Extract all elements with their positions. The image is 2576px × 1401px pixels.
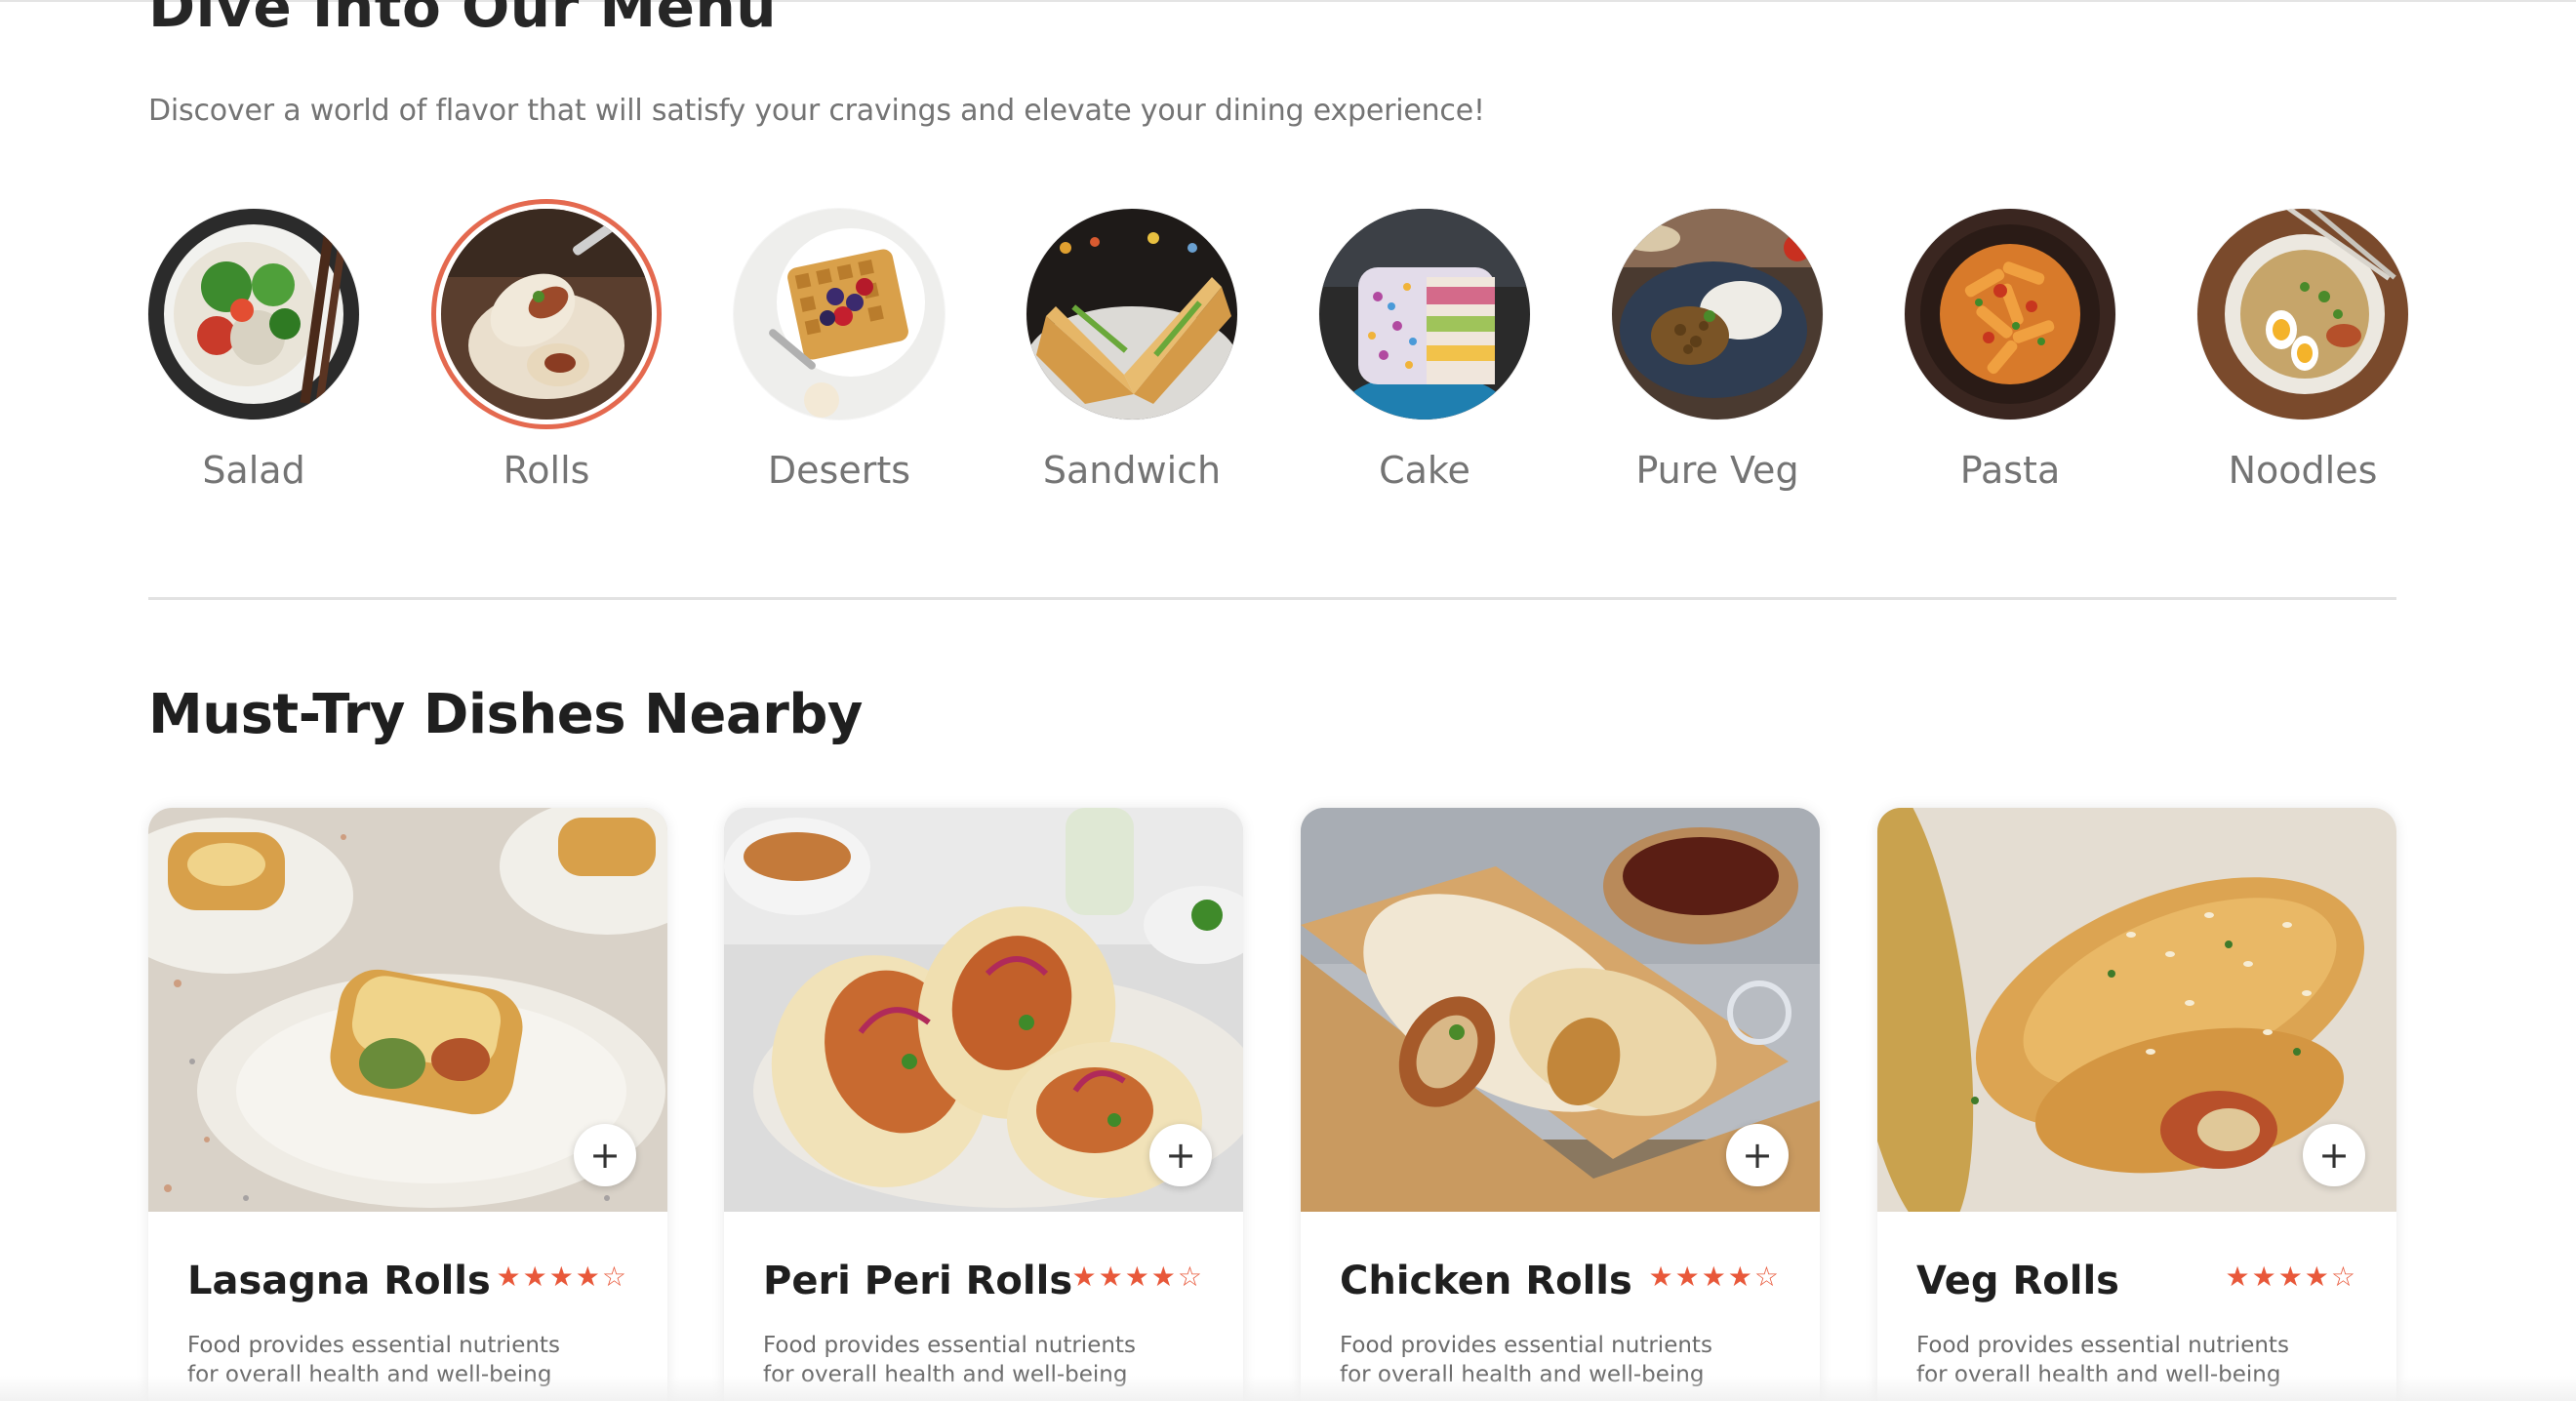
add-to-cart-button[interactable]: + — [2303, 1124, 2365, 1186]
dishes-title: Must-Try Dishes Nearby — [148, 683, 863, 746]
add-to-cart-button[interactable]: + — [1149, 1124, 1212, 1186]
noodles-image — [2197, 209, 2408, 420]
stars-filled: ★★★★ — [496, 1261, 602, 1293]
stars-empty: ☆ — [1753, 1261, 1781, 1293]
dish-card-list: + Lasagna Rolls ★★★★☆ Food provides esse… — [148, 808, 2396, 1401]
waffle-image — [734, 209, 945, 420]
star-rating: ★★★★☆ — [1648, 1261, 1781, 1293]
category-label: Rolls — [503, 449, 590, 492]
dish-card-veg-rolls[interactable]: + Veg Rolls ★★★★☆ Food provides essentia… — [1877, 808, 2396, 1401]
rolls-image — [441, 209, 652, 420]
star-rating: ★★★★☆ — [1071, 1261, 1204, 1293]
stars-filled: ★★★★ — [1648, 1261, 1754, 1293]
stars-empty: ☆ — [1177, 1261, 1204, 1293]
lasagna-rolls-image: + — [148, 808, 667, 1212]
peri-peri-rolls-image: + — [724, 808, 1243, 1212]
stars-filled: ★★★★ — [2225, 1261, 2331, 1293]
menu-page: Dive Into Our Menu Discover a world of f… — [0, 0, 2576, 1401]
category-label: Noodles — [2228, 449, 2378, 492]
bottom-fade — [0, 1376, 2576, 1401]
category-cake[interactable]: Cake — [1319, 209, 1530, 492]
menu-title: Dive Into Our Menu — [148, 0, 778, 40]
star-rating: ★★★★☆ — [496, 1261, 628, 1293]
sandwich-image — [1026, 209, 1237, 420]
category-rolls[interactable]: Rolls — [441, 209, 652, 492]
menu-subtitle: Discover a world of flavor that will sat… — [148, 94, 1485, 128]
cake-image — [1319, 209, 1530, 420]
category-pasta[interactable]: Pasta — [1905, 209, 2115, 492]
category-salad[interactable]: Salad — [148, 209, 359, 492]
dish-card-chicken-rolls[interactable]: + Chicken Rolls ★★★★☆ Food provides esse… — [1301, 808, 1820, 1401]
stars-empty: ☆ — [601, 1261, 628, 1293]
dish-info: Lasagna Rolls ★★★★☆ Food provides essent… — [148, 1212, 667, 1389]
veg-plate-image — [1612, 209, 1823, 420]
veg-rolls-image: + — [1877, 808, 2396, 1212]
add-to-cart-button[interactable]: + — [574, 1124, 636, 1186]
category-noodles[interactable]: Noodles — [2197, 209, 2408, 492]
dish-card-peri-peri-rolls[interactable]: + Peri Peri Rolls ★★★★☆ Food provides es… — [724, 808, 1243, 1401]
stars-empty: ☆ — [2330, 1261, 2357, 1293]
star-rating: ★★★★☆ — [2225, 1261, 2357, 1293]
category-label: Sandwich — [1042, 449, 1222, 492]
category-pure-veg[interactable]: Pure Veg — [1612, 209, 1823, 492]
category-label: Cake — [1379, 449, 1470, 492]
add-to-cart-button[interactable]: + — [1726, 1124, 1789, 1186]
dish-info: Chicken Rolls ★★★★☆ Food provides essent… — [1301, 1212, 1820, 1389]
category-label: Pasta — [1959, 449, 2061, 492]
pasta-image — [1905, 209, 2115, 420]
section-divider — [148, 597, 2396, 600]
category-list: Salad Rolls Deserts Sandwich Cake Pure V… — [148, 209, 2408, 501]
chicken-rolls-image: + — [1301, 808, 1820, 1212]
category-sandwich[interactable]: Sandwich — [1026, 209, 1237, 492]
category-label: Pure Veg — [1635, 449, 1799, 492]
dish-info: Peri Peri Rolls ★★★★☆ Food provides esse… — [724, 1212, 1243, 1389]
stars-filled: ★★★★ — [1071, 1261, 1178, 1293]
dish-card-lasagna-rolls[interactable]: + Lasagna Rolls ★★★★☆ Food provides esse… — [148, 808, 667, 1401]
category-label: Deserts — [767, 449, 911, 492]
category-deserts[interactable]: Deserts — [734, 209, 945, 492]
salad-image — [148, 209, 359, 420]
category-label: Salad — [202, 449, 305, 492]
dish-info: Veg Rolls ★★★★☆ Food provides essential … — [1877, 1212, 2396, 1389]
